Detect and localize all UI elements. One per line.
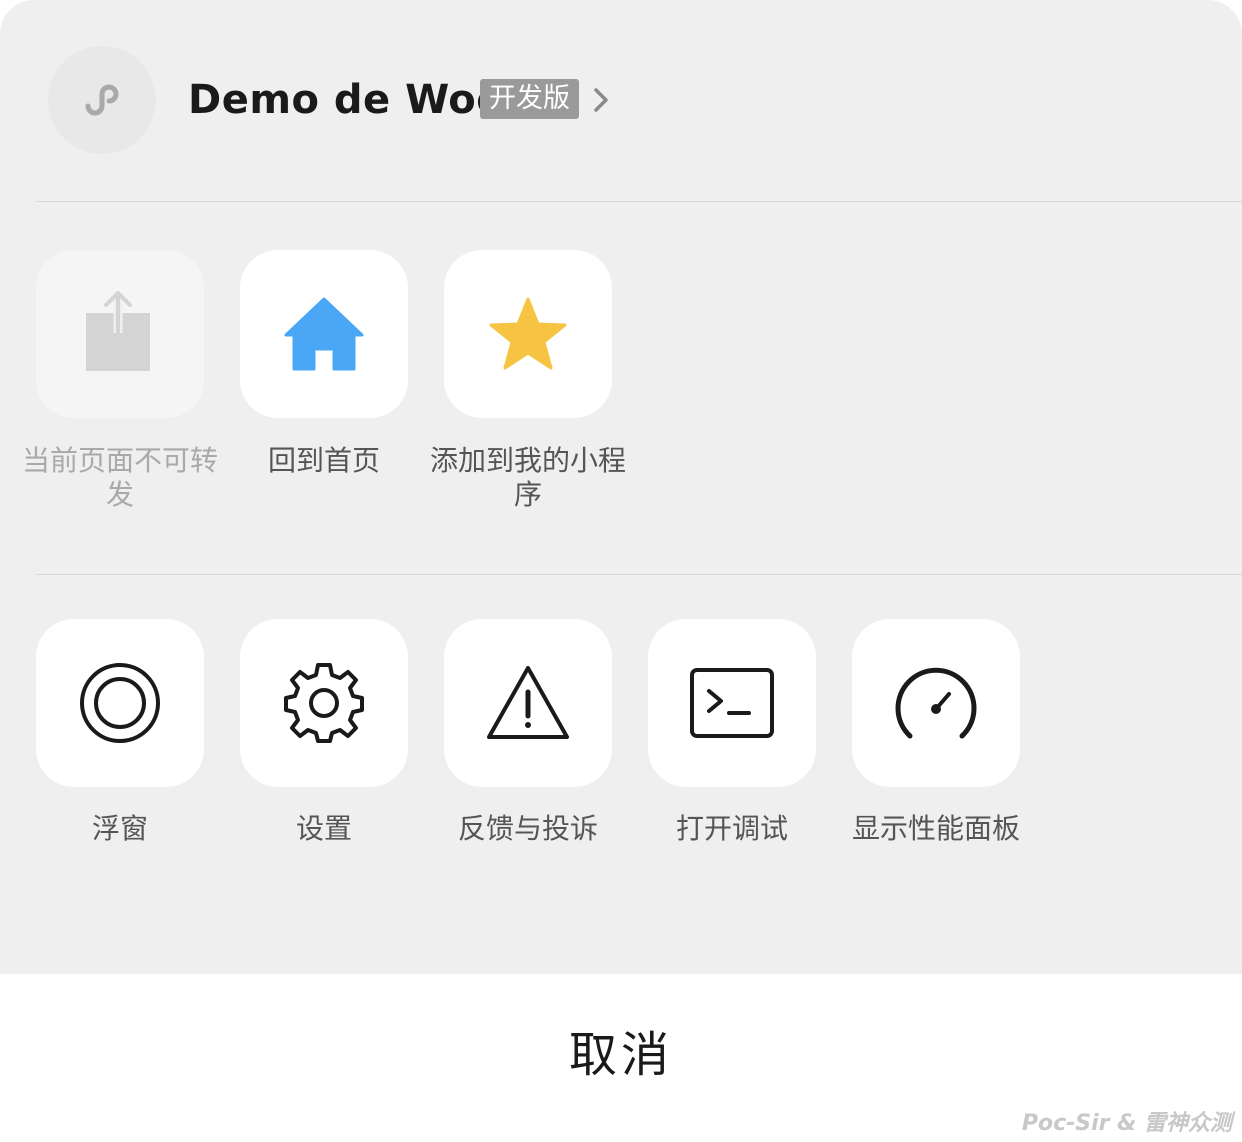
settings-button[interactable] bbox=[240, 619, 408, 787]
divider bbox=[36, 574, 1242, 575]
floating-window-button[interactable] bbox=[36, 619, 204, 787]
miniprogram-header[interactable]: Demo de Woo 开发版 bbox=[0, 0, 1242, 200]
star-icon bbox=[489, 297, 567, 370]
floating-window-label: 浮窗 bbox=[91, 812, 148, 845]
warning-icon bbox=[487, 666, 569, 739]
share-tile bbox=[36, 250, 204, 418]
app-name: Demo de Woo bbox=[188, 77, 505, 123]
miniprogram-avatar bbox=[48, 46, 156, 154]
share-label: 当前页面不可转发 bbox=[21, 444, 218, 511]
performance-panel-button[interactable] bbox=[852, 619, 1020, 787]
miniprogram-logo-icon bbox=[85, 84, 119, 116]
performance-panel-label: 显示性能面板 bbox=[851, 812, 1020, 845]
terminal-icon bbox=[690, 668, 774, 738]
gauge-icon bbox=[895, 667, 977, 739]
settings-label: 设置 bbox=[295, 812, 352, 845]
feedback-label: 反馈与投诉 bbox=[457, 812, 598, 845]
share-icon bbox=[86, 291, 150, 371]
open-debug-label: 打开调试 bbox=[675, 812, 788, 845]
home-icon bbox=[284, 297, 364, 371]
chevron-right-icon[interactable] bbox=[590, 84, 612, 116]
watermark: Poc-Sir & 雷神众测 bbox=[1021, 1111, 1232, 1136]
add-to-my-miniprograms-label: 添加到我的小程序 bbox=[429, 444, 626, 511]
add-to-my-miniprograms-button[interactable] bbox=[444, 250, 612, 418]
cancel-button[interactable]: 取消 bbox=[471, 1020, 771, 1090]
gear-icon bbox=[284, 663, 364, 743]
divider bbox=[36, 201, 1242, 202]
dev-version-badge: 开发版 bbox=[480, 79, 579, 119]
action-sheet: Demo de Woo 开发版 当前页面不可转发 回到首页 添加到我的小程序 浮… bbox=[0, 0, 1242, 974]
home-label: 回到首页 bbox=[267, 444, 380, 477]
feedback-button[interactable] bbox=[444, 619, 612, 787]
open-debug-button[interactable] bbox=[648, 619, 816, 787]
floating-window-icon bbox=[80, 663, 160, 743]
home-button[interactable] bbox=[240, 250, 408, 418]
